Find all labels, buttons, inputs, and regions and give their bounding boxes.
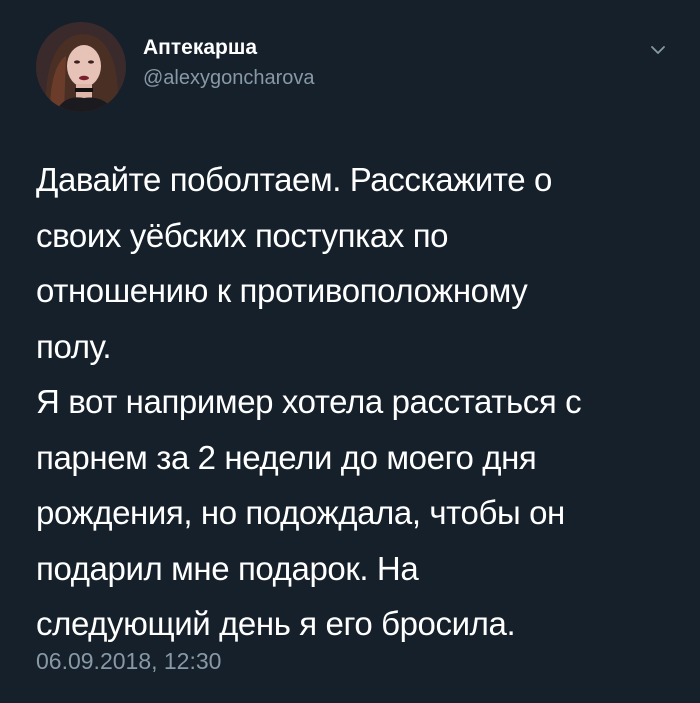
avatar-photo [36, 22, 126, 112]
tweet-text-line: полу. [36, 327, 112, 365]
tweet-text-line: своих уёбских поступках по [36, 216, 449, 254]
tweet-text-line: рождения, но подождала, чтобы он [36, 494, 565, 531]
tweet-timestamp[interactable]: 06.09.2018, 12:30 [36, 648, 221, 675]
tweet-text-line: подарил мне подарок. На [36, 549, 419, 587]
username-handle[interactable]: @alexygoncharova [143, 67, 315, 90]
chevron-down-icon[interactable] [645, 40, 671, 60]
tweet-card: Аптекарша @alexygoncharova Давайте побол… [0, 0, 700, 703]
avatar[interactable] [36, 22, 126, 112]
tweet-text-line: следующий день я его бросила. [36, 605, 516, 642]
tweet-text-line: Давайте поболтаем. Расскажите о [36, 161, 552, 198]
tweet-text: Давайте поболтаем. Расскажите о своих уё… [36, 152, 676, 652]
display-name[interactable]: Аптекарша [143, 36, 257, 60]
tweet-text-line: парнем за 2 недели до моего дня [36, 438, 537, 476]
tweet-text-line: отношению к противоположному [36, 272, 528, 309]
tweet-text-line: Я вот например хотела расстаться с [36, 383, 582, 420]
